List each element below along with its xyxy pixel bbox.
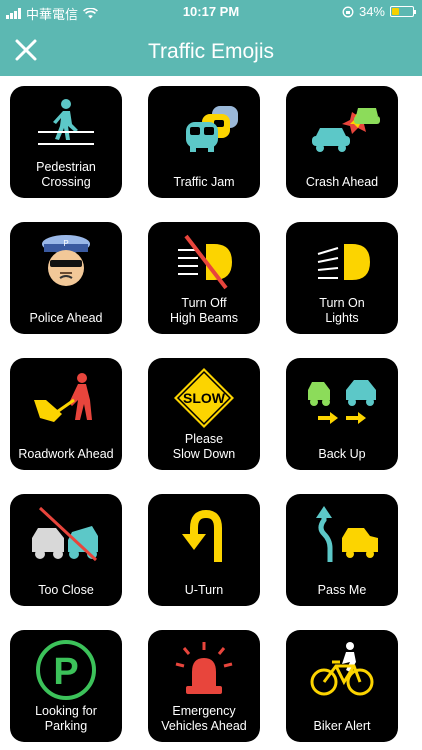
parking-icon: P [36, 640, 96, 700]
pedestrian-icon [38, 99, 94, 145]
tile-crash-ahead[interactable]: Crash Ahead [286, 86, 398, 198]
police-icon: P [42, 235, 90, 286]
tile-label: Police Ahead [29, 311, 103, 325]
tile-label: Emergency Vehicles Ahead [161, 704, 247, 733]
battery-icon [390, 6, 416, 17]
nav-bar: Traffic Emojis [0, 24, 422, 76]
tile-too-close[interactable]: Too Close [10, 494, 122, 606]
tile-pedestrian-crossing[interactable]: Pedestrian Crossing [10, 86, 122, 198]
tile-please-slow-down[interactable]: SLOW Please Slow Down [148, 358, 260, 470]
u-turn-icon [182, 509, 222, 562]
tile-label: Roadwork Ahead [18, 447, 114, 461]
battery-percent: 34% [358, 4, 385, 19]
tile-label: Please Slow Down [172, 432, 236, 461]
pass-me-icon [316, 506, 378, 562]
tile-emergency-vehicles-ahead[interactable]: Emergency Vehicles Ahead [148, 630, 260, 742]
tile-label: Crash Ahead [305, 175, 379, 189]
tile-label: Traffic Jam [173, 175, 235, 189]
tile-label: Looking for Parking [35, 704, 97, 733]
tile-label: U-Turn [184, 583, 224, 597]
bicycle-icon [310, 642, 374, 696]
tile-traffic-jam[interactable]: Traffic Jam [148, 86, 260, 198]
tile-label: Turn Off High Beams [169, 296, 239, 325]
police-cap-letter: P [63, 239, 68, 248]
tile-roadwork-ahead[interactable]: Roadwork Ahead [10, 358, 122, 470]
tile-back-up[interactable]: Back Up [286, 358, 398, 470]
tile-turn-off-high-beams[interactable]: Turn Off High Beams [148, 222, 260, 334]
status-bar: 中華電信 10:17 PM 34% [0, 0, 422, 24]
traffic-jam-icon [186, 106, 238, 152]
tile-pass-me[interactable]: Pass Me [286, 494, 398, 606]
lights-on-icon [317, 244, 370, 280]
tile-label: Back Up [318, 447, 366, 461]
parking-letter: P [53, 651, 78, 693]
tile-label: Turn On Lights [319, 296, 365, 325]
crash-icon [312, 108, 380, 152]
high-beams-off-icon [178, 234, 232, 290]
roadwork-icon [34, 373, 92, 422]
battery-level [392, 8, 399, 15]
tile-label: Pass Me [317, 583, 367, 597]
too-close-icon [32, 506, 98, 562]
slow-sign-icon: SLOW [174, 368, 234, 428]
status-right: 34% [342, 4, 416, 19]
orientation-lock-icon [342, 6, 354, 17]
tile-police-ahead[interactable]: P Police Ahead [10, 222, 122, 334]
page-title: Traffic Emojis [147, 40, 275, 63]
back-up-icon [308, 380, 376, 424]
tile-label: Pedestrian Crossing [36, 160, 96, 189]
tile-turn-on-lights[interactable]: Turn On Lights [286, 222, 398, 334]
tile-u-turn[interactable]: U-Turn [148, 494, 260, 606]
tile-label: Biker Alert [313, 719, 371, 733]
tile-looking-for-parking[interactable]: P Looking for Parking [10, 630, 122, 742]
slow-sign-text: SLOW [183, 390, 226, 406]
tile-label: Too Close [38, 583, 94, 597]
tile-biker-alert[interactable]: Biker Alert [286, 630, 398, 742]
siren-icon [175, 642, 233, 694]
